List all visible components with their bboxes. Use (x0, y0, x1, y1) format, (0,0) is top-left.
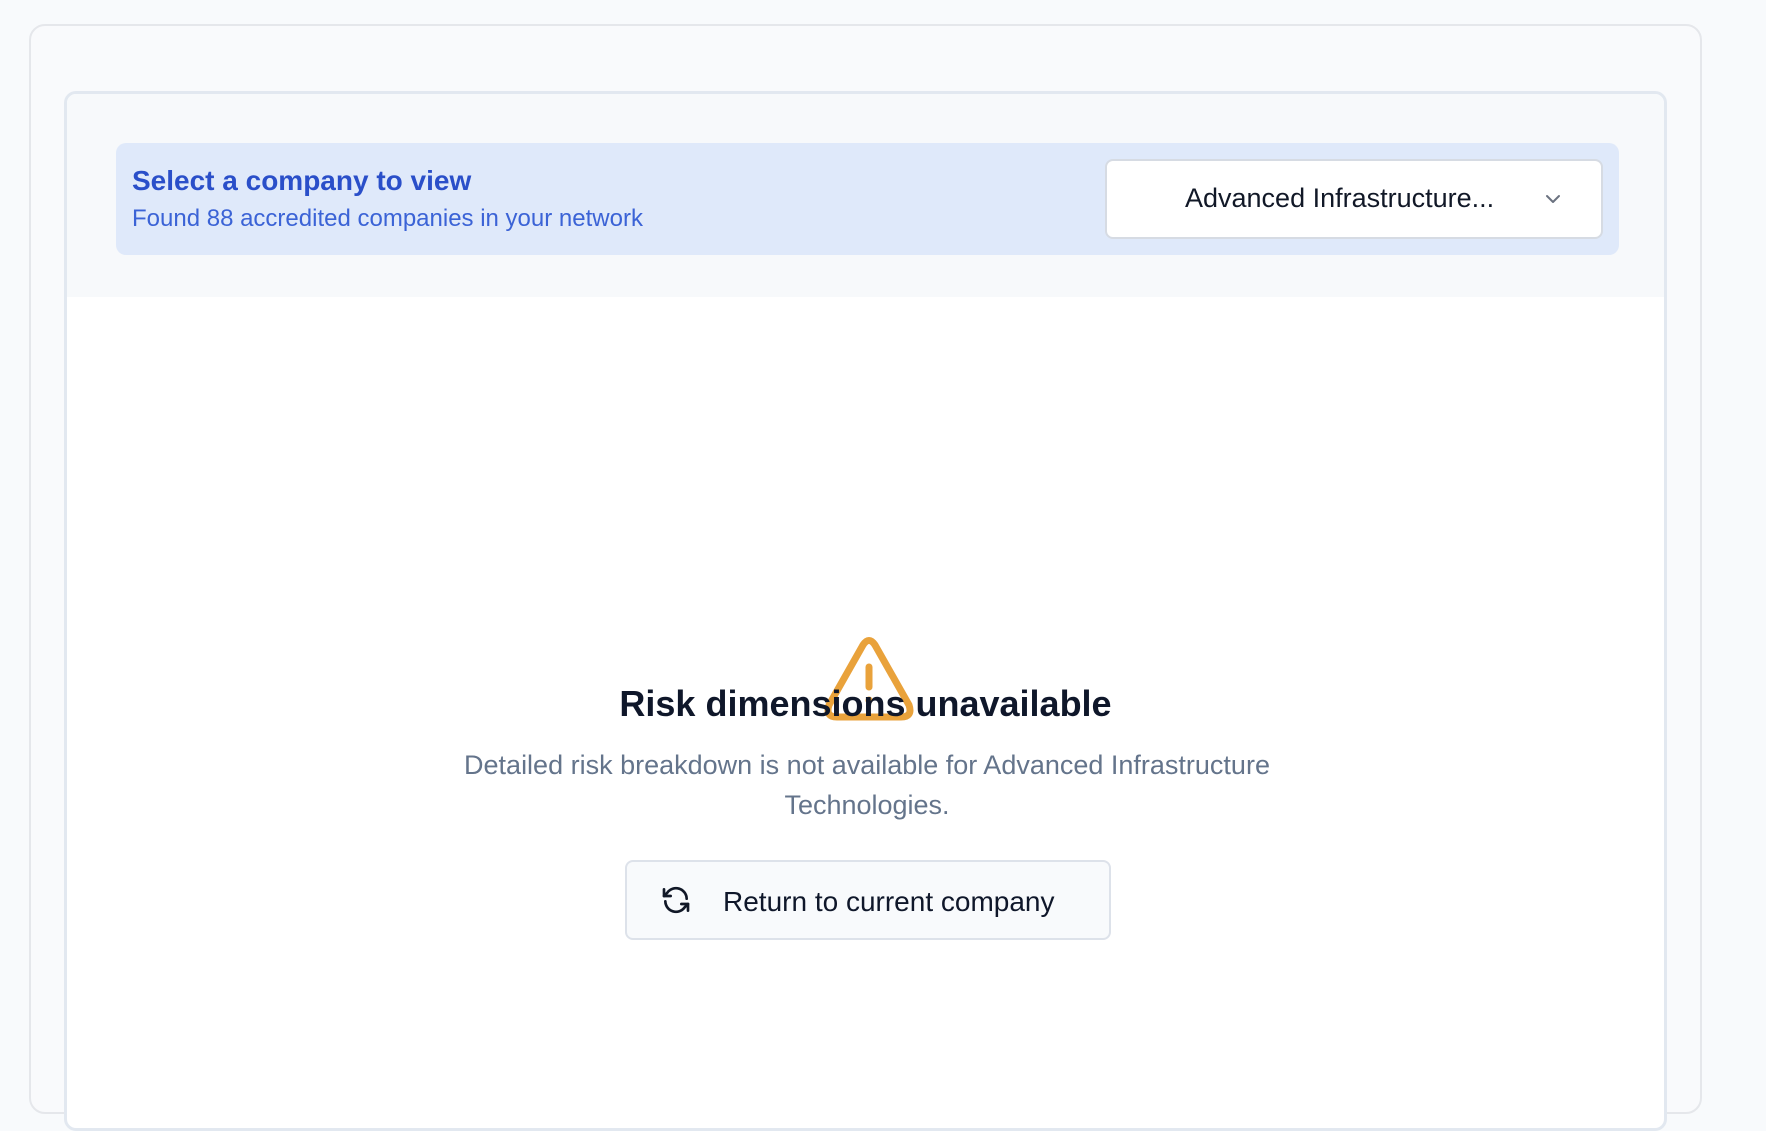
selector-title: Select a company to view (132, 165, 472, 196)
refresh-icon (662, 886, 690, 914)
return-to-current-company-button[interactable]: Return to current company (625, 860, 1111, 940)
empty-state-title: Risk dimensions unavailable (619, 683, 1112, 724)
company-selector-banner: Select a company to view Found 88 accred… (116, 143, 1619, 255)
empty-state-description: Detailed risk breakdown is not available… (464, 750, 1270, 820)
empty-state: Risk dimensions unavailable Detailed ris… (67, 297, 1664, 1128)
outer-panel: Select a company to view Found 88 accred… (29, 24, 1702, 1131)
selector-subtitle: Found 88 accredited companies in your ne… (132, 205, 643, 232)
selected-company-value: Advanced Infrastructure... (1185, 183, 1495, 213)
company-selector-area: Select a company to view Found 88 accred… (67, 94, 1664, 297)
company-dropdown[interactable]: Advanced Infrastructure... (1105, 159, 1603, 239)
risk-card: Select a company to view Found 88 accred… (64, 91, 1667, 1131)
return-button-label: Return to current company (723, 886, 1055, 917)
chevron-down-icon (1546, 195, 1560, 203)
